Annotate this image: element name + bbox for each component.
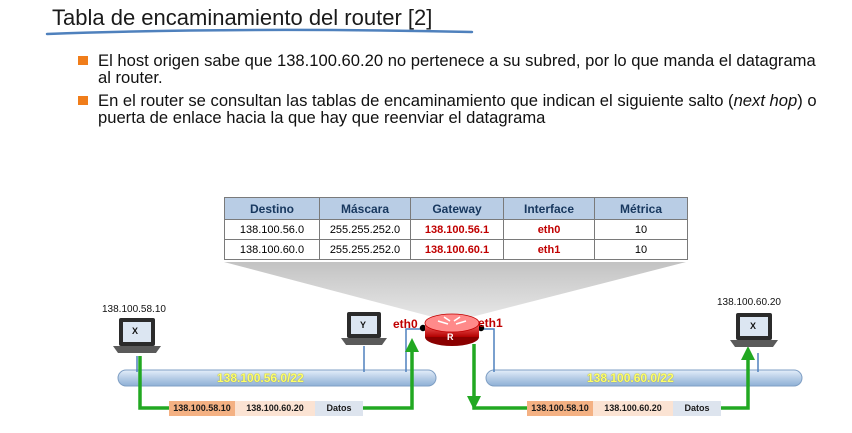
screen-label-right: X (750, 321, 757, 331)
network-label-left: 138.100.56.0/22 (217, 371, 304, 385)
screen-label-left: X (132, 326, 139, 336)
table-row: 138.100.56.0 255.255.252.0 138.100.56.1 … (224, 219, 688, 240)
cell-mascara: 255.255.252.0 (319, 219, 411, 240)
cell-gateway: 138.100.56.1 (410, 219, 504, 240)
cell-destino: 138.100.60.0 (224, 239, 320, 260)
col-header-interface: Interface (503, 197, 595, 220)
table-header-row: Destino Máscara Gateway Interface Métric… (224, 197, 688, 220)
packet-src: 138.100.58.10 (169, 401, 235, 416)
packet-left: 138.100.58.10 138.100.60.20 Datos (169, 401, 363, 416)
packet-dst: 138.100.60.20 (235, 401, 315, 416)
screen-label-middle: Y (360, 320, 367, 330)
router-if-right: eth1 (478, 316, 503, 330)
network-label-right: 138.100.60.0/22 (587, 371, 674, 385)
router-if-left: eth0 (393, 317, 418, 331)
cell-destino: 138.100.56.0 (224, 219, 320, 240)
col-header-destino: Destino (224, 197, 320, 220)
packet-payload: Datos (315, 401, 363, 416)
cell-mascara: 255.255.252.0 (319, 239, 411, 260)
packet-payload: Datos (673, 401, 721, 416)
table-row: 138.100.60.0 255.255.252.0 138.100.60.1 … (224, 239, 688, 260)
col-header-metrica: Métrica (594, 197, 688, 220)
path-arrow-up-right (741, 346, 755, 360)
packet-dst: 138.100.60.20 (593, 401, 673, 416)
packet-src: 138.100.58.10 (527, 401, 593, 416)
router-label: R (447, 332, 454, 342)
cell-interface: eth1 (503, 239, 595, 260)
packet-right: 138.100.58.10 138.100.60.20 Datos (527, 401, 721, 416)
path-arrow-up (405, 338, 419, 352)
host-left-ip: 138.100.58.10 (102, 304, 166, 315)
zoom-cone (224, 262, 686, 322)
cell-gateway: 138.100.60.1 (410, 239, 504, 260)
host-right-ip: 138.100.60.20 (717, 297, 781, 308)
cell-metrica: 10 (594, 219, 688, 240)
col-header-mascara: Máscara (319, 197, 411, 220)
col-header-gateway: Gateway (410, 197, 504, 220)
cell-interface: eth0 (503, 219, 595, 240)
cell-metrica: 10 (594, 239, 688, 260)
routing-table: Destino Máscara Gateway Interface Métric… (224, 197, 688, 260)
